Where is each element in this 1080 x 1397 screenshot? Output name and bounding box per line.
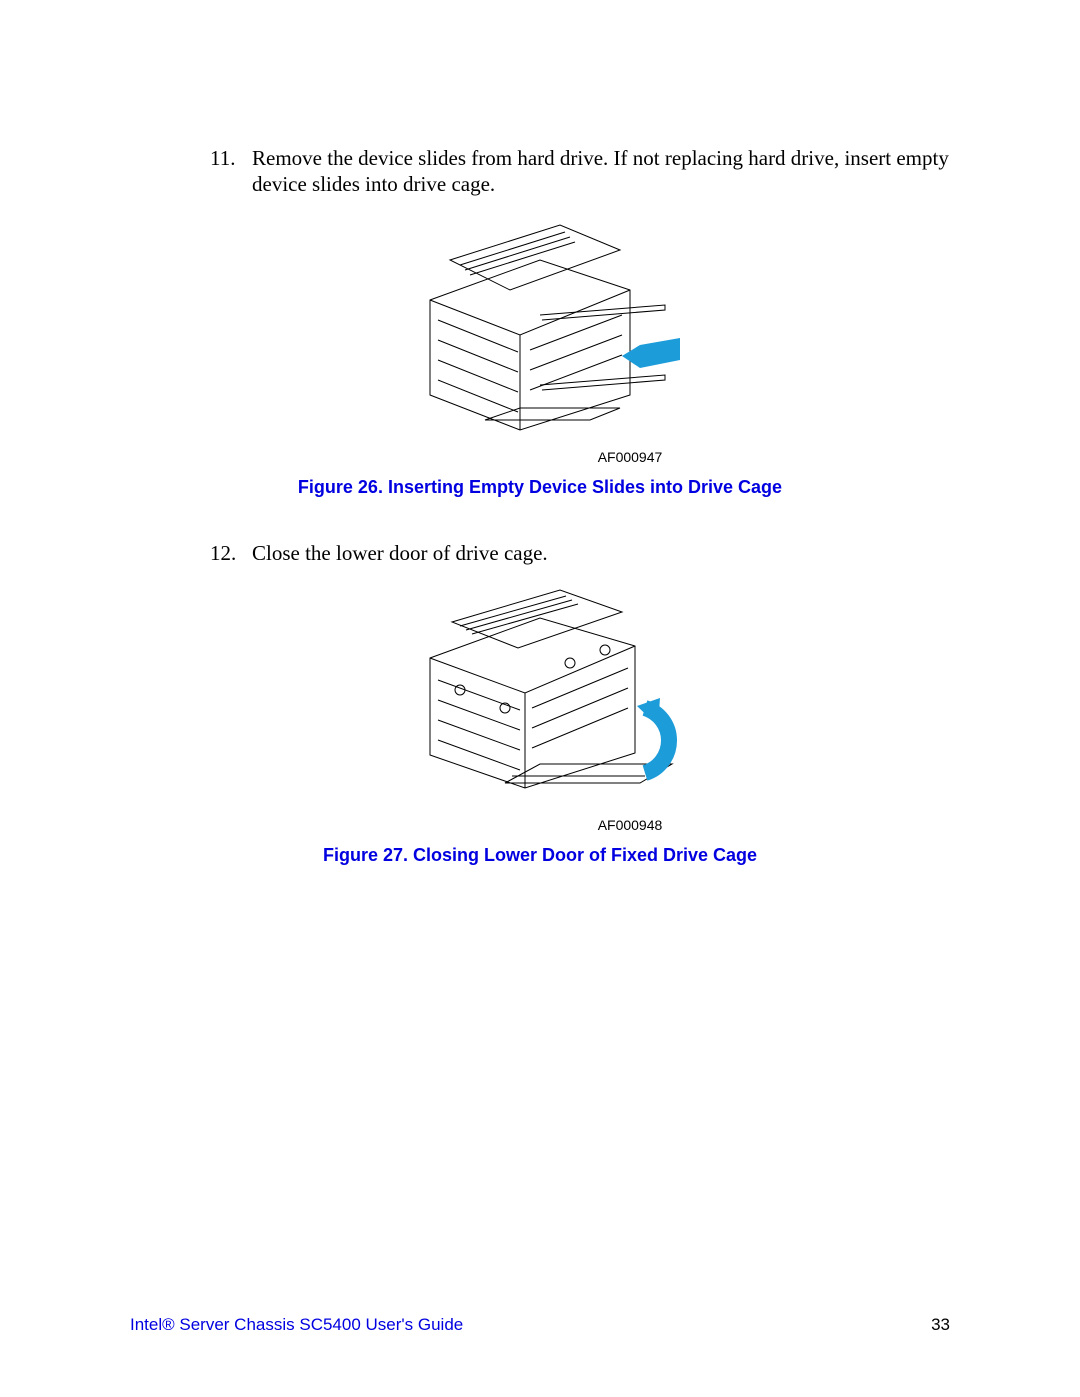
figure-26-caption: Figure 26. Inserting Empty Device Slides…: [130, 477, 950, 498]
step-11-text: Remove the device slides from hard drive…: [252, 146, 949, 196]
figure-27-illustration: AF000948: [130, 588, 950, 833]
footer-page-number: 33: [931, 1315, 950, 1335]
figure-27-ref: AF000948: [310, 817, 950, 833]
figure-27-caption: Figure 27. Closing Lower Door of Fixed D…: [130, 845, 950, 866]
figure-27-block: AF000948 Figure 27. Closing Lower Door o…: [130, 588, 950, 866]
instruction-list: 11. Remove the device slides from hard d…: [210, 145, 950, 198]
figure-26-block: AF000947 Figure 26. Inserting Empty Devi…: [130, 220, 950, 498]
footer-title: Intel® Server Chassis SC5400 User's Guid…: [130, 1315, 463, 1335]
document-page: 11. Remove the device slides from hard d…: [0, 0, 1080, 1397]
step-12-number: 12.: [210, 540, 236, 566]
instruction-list-2: 12. Close the lower door of drive cage.: [210, 540, 950, 566]
step-12: 12. Close the lower door of drive cage.: [210, 540, 950, 566]
page-footer: Intel® Server Chassis SC5400 User's Guid…: [130, 1315, 950, 1335]
figure-26-ref: AF000947: [310, 449, 950, 465]
step-11: 11. Remove the device slides from hard d…: [210, 145, 950, 198]
step-11-number: 11.: [210, 145, 235, 171]
step-12-text: Close the lower door of drive cage.: [252, 541, 548, 565]
figure-26-illustration: AF000947: [130, 220, 950, 465]
